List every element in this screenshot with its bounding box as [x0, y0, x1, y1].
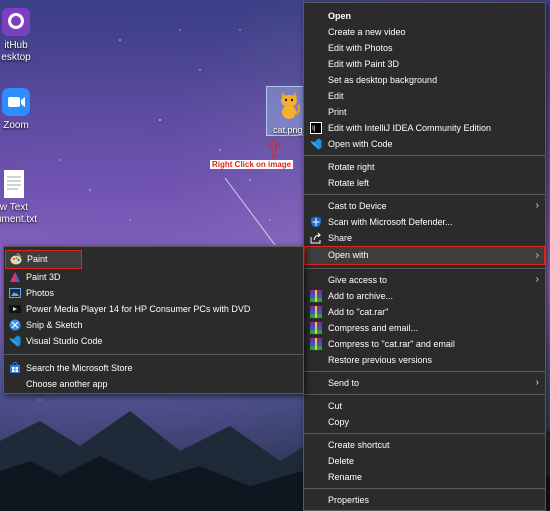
menu-separator — [304, 394, 545, 395]
annotation-up-arrow — [268, 138, 280, 158]
menu-item-compress-email[interactable]: Compress and email... — [304, 320, 545, 336]
power-media-player-icon — [9, 303, 21, 315]
menu-item-scan-defender[interactable]: Scan with Microsoft Defender... — [304, 214, 545, 230]
submenu-item-snip-sketch[interactable]: Snip & Sketch — [4, 317, 303, 333]
photos-icon — [9, 287, 21, 299]
menu-item-share[interactable]: Share — [304, 230, 545, 246]
winrar-icon — [310, 338, 322, 350]
menu-item-create-shortcut[interactable]: Create shortcut — [304, 437, 545, 453]
menu-item-open-with[interactable]: Open with › — [304, 246, 545, 265]
text-file-icon — [0, 168, 30, 200]
menu-item-create-video[interactable]: Create a new video — [304, 24, 545, 40]
menu-item-edit-with-paint3d[interactable]: Edit with Paint 3D — [304, 56, 545, 72]
desktop-icon-github-desktop[interactable]: itHub esktop — [0, 6, 46, 64]
chevron-right-icon: › — [535, 250, 539, 261]
submenu-item-search-store[interactable]: Search the Microsoft Store — [4, 360, 303, 376]
desktop-icon-label: Zoom — [3, 120, 29, 131]
winrar-icon — [310, 322, 322, 334]
menu-item-properties[interactable]: Properties — [304, 492, 545, 508]
submenu-item-paint[interactable]: Paint — [5, 250, 82, 269]
menu-separator — [304, 155, 545, 156]
zoom-icon — [0, 86, 32, 118]
menu-item-compress-to-cat-rar-email[interactable]: Compress to "cat.rar" and email — [304, 336, 545, 352]
defender-icon — [310, 216, 322, 228]
desktop-icon-text-document[interactable]: w Text cument.txt — [0, 168, 44, 226]
vscode-icon — [9, 335, 21, 347]
menu-item-edit-with-photos[interactable]: Edit with Photos — [304, 40, 545, 56]
menu-item-open-with-code[interactable]: Open with Code — [304, 136, 545, 152]
share-icon — [310, 232, 322, 244]
cat-image-icon — [276, 90, 302, 125]
svg-text:IJ: IJ — [312, 125, 316, 132]
winrar-icon — [310, 306, 322, 318]
vscode-icon — [310, 138, 322, 150]
intellij-icon: IJ — [310, 122, 322, 134]
desktop-icon-zoom[interactable]: Zoom — [0, 86, 46, 132]
paint3d-icon — [9, 271, 21, 283]
submenu-separator — [4, 354, 303, 355]
menu-item-cut[interactable]: Cut — [304, 398, 545, 414]
menu-separator — [304, 371, 545, 372]
submenu-item-paint3d[interactable]: Paint 3D — [4, 269, 303, 285]
menu-separator — [304, 488, 545, 489]
github-desktop-icon — [0, 6, 32, 38]
open-with-submenu: Paint Paint 3D Photos Power Media Player… — [3, 246, 304, 394]
menu-item-rotate-left[interactable]: Rotate left — [304, 175, 545, 191]
menu-item-print[interactable]: Print — [304, 104, 545, 120]
submenu-item-choose-another-app[interactable]: Choose another app — [4, 376, 303, 392]
annotation-right-click: Right Click on image — [210, 160, 294, 169]
chevron-right-icon: › — [535, 200, 539, 211]
menu-separator — [304, 194, 545, 195]
menu-item-give-access[interactable]: Give access to › — [304, 272, 545, 288]
desktop-icon-label: itHub esktop — [1, 40, 31, 63]
menu-separator — [304, 433, 545, 434]
chevron-right-icon: › — [535, 274, 539, 285]
submenu-item-power-media-player[interactable]: Power Media Player 14 for HP Consumer PC… — [4, 301, 303, 317]
menu-item-rotate-right[interactable]: Rotate right — [304, 159, 545, 175]
winrar-icon — [310, 290, 322, 302]
paint-icon — [10, 252, 22, 265]
menu-item-send-to[interactable]: Send to › — [304, 375, 545, 391]
submenu-item-photos[interactable]: Photos — [4, 285, 303, 301]
snip-sketch-icon — [9, 319, 21, 331]
chevron-right-icon: › — [535, 377, 539, 388]
store-icon — [9, 361, 21, 374]
menu-item-edit[interactable]: Edit — [304, 88, 545, 104]
menu-item-restore-previous-versions[interactable]: Restore previous versions — [304, 352, 545, 368]
menu-item-edit-intellij[interactable]: IJ Edit with IntelliJ IDEA Community Edi… — [304, 120, 545, 136]
menu-item-rename[interactable]: Rename — [304, 469, 545, 485]
menu-item-add-to-archive[interactable]: Add to archive... — [304, 288, 545, 304]
submenu-item-vscode[interactable]: Visual Studio Code — [4, 333, 303, 349]
menu-item-delete[interactable]: Delete — [304, 453, 545, 469]
context-menu: Open Create a new video Edit with Photos… — [303, 2, 546, 511]
desktop-icon-label: w Text cument.txt — [0, 202, 38, 225]
file-name-label: cat.png — [273, 125, 303, 135]
shooting-star — [224, 177, 276, 246]
menu-item-add-to-cat-rar[interactable]: Add to "cat.rar" — [304, 304, 545, 320]
menu-item-set-desktop-background[interactable]: Set as desktop background — [304, 72, 545, 88]
menu-item-open[interactable]: Open — [304, 8, 545, 24]
menu-item-cast-to-device[interactable]: Cast to Device › — [304, 198, 545, 214]
menu-separator — [304, 268, 545, 269]
menu-item-copy[interactable]: Copy — [304, 414, 545, 430]
